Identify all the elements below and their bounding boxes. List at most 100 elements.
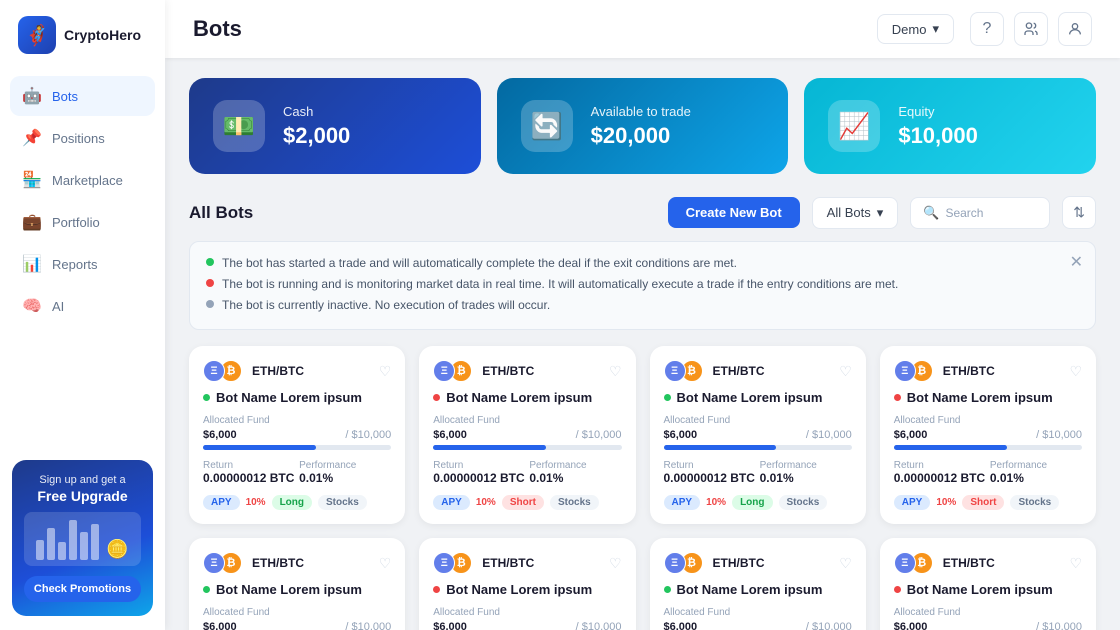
sidebar-item-label: AI xyxy=(52,299,64,314)
sidebar-item-bots[interactable]: 🤖Bots xyxy=(10,76,155,116)
sidebar-item-reports[interactable]: 📊Reports xyxy=(10,244,155,284)
eth-icon: Ξ xyxy=(203,360,225,382)
bot-pair: ETH/BTC xyxy=(713,556,765,570)
sidebar-item-positions[interactable]: 📌Positions xyxy=(10,118,155,158)
help-icon-button[interactable]: ? xyxy=(970,12,1004,46)
logo-icon: 🦸 xyxy=(18,16,56,54)
promo-bar xyxy=(36,540,44,560)
allocated-total: / $10,000 xyxy=(806,429,852,441)
progress-bar xyxy=(203,445,391,450)
search-box[interactable]: 🔍 Search xyxy=(910,197,1050,229)
bot-tags: APY 10% Short Stocks xyxy=(433,495,621,510)
sidebar-item-label: Marketplace xyxy=(52,173,123,188)
allocated-total: / $10,000 xyxy=(576,621,622,630)
page-title: Bots xyxy=(193,16,861,42)
favorite-icon[interactable]: ♡ xyxy=(379,555,392,572)
header-icons: ? xyxy=(970,12,1092,46)
coin-icons: Ξ ₿ xyxy=(664,360,703,382)
eth-icon: Ξ xyxy=(664,552,686,574)
allocated-value: $6,000 xyxy=(433,621,467,630)
sidebar-item-portfolio[interactable]: 💼Portfolio xyxy=(10,202,155,242)
sidebar-item-ai[interactable]: 🧠AI xyxy=(10,286,155,326)
allocated-label: Allocated Fund xyxy=(664,415,852,426)
sidebar-item-marketplace[interactable]: 🏪Marketplace xyxy=(10,160,155,200)
stat-label-trade: Available to trade xyxy=(591,104,691,119)
coin-icons: Ξ ₿ xyxy=(894,360,933,382)
bot-name: Bot Name Lorem ipsum xyxy=(677,582,823,597)
perf-label: Performance xyxy=(990,460,1082,471)
eth-icon: Ξ xyxy=(894,552,916,574)
favorite-icon[interactable]: ♡ xyxy=(609,555,622,572)
bot-pair: ETH/BTC xyxy=(252,556,304,570)
status-dot xyxy=(433,586,440,593)
info-banner-close[interactable]: ✕ xyxy=(1070,252,1083,272)
allocated-label: Allocated Fund xyxy=(433,607,621,618)
info-row: The bot is currently inactive. No execut… xyxy=(206,296,1079,314)
allocated-label: Allocated Fund xyxy=(203,415,391,426)
promo-bar xyxy=(58,542,66,560)
sidebar-item-label: Reports xyxy=(52,257,98,272)
status-dot xyxy=(433,394,440,401)
favorite-icon[interactable]: ♡ xyxy=(839,555,852,572)
category-tag: Stocks xyxy=(1010,495,1059,510)
progress-bar xyxy=(664,445,852,450)
stat-value-trade: $20,000 xyxy=(591,123,691,149)
chevron-down-icon: ▾ xyxy=(877,205,884,221)
cash-icon: 💵 xyxy=(213,100,265,152)
stat-value-cash: $2,000 xyxy=(283,123,350,149)
favorite-icon[interactable]: ♡ xyxy=(609,363,622,380)
profile-icon-button[interactable] xyxy=(1058,12,1092,46)
promo-coin-emoji: 🪙 xyxy=(106,539,128,560)
promo-bar xyxy=(47,528,55,560)
info-row: The bot is running and is monitoring mar… xyxy=(206,275,1079,293)
return-value: 0.00000012 BTC xyxy=(433,471,525,485)
search-icon: 🔍 xyxy=(923,205,939,221)
return-value: 0.00000012 BTC xyxy=(894,471,986,485)
progress-bar xyxy=(894,445,1082,450)
favorite-icon[interactable]: ♡ xyxy=(379,363,392,380)
check-promotions-button[interactable]: Check Promotions xyxy=(24,576,141,602)
coin-icons: Ξ ₿ xyxy=(433,552,472,574)
bot-name: Bot Name Lorem ipsum xyxy=(446,582,592,597)
sidebar-nav: 🤖Bots📌Positions🏪Marketplace💼Portfolio📊Re… xyxy=(0,68,165,450)
all-bots-filter-dropdown[interactable]: All Bots ▾ xyxy=(812,197,899,229)
allocated-value: $6,000 xyxy=(894,621,928,630)
demo-dropdown[interactable]: Demo ▾ xyxy=(877,14,954,44)
bot-card: Ξ ₿ ETH/BTC ♡ Bot Name Lorem ipsum Alloc… xyxy=(650,538,866,630)
sidebar-item-label: Portfolio xyxy=(52,215,100,230)
promo-highlight: Free Upgrade xyxy=(24,488,141,504)
eth-icon: Ξ xyxy=(664,360,686,382)
bot-tags: APY 10% Long Stocks xyxy=(664,495,852,510)
bot-card: Ξ ₿ ETH/BTC ♡ Bot Name Lorem ipsum Alloc… xyxy=(880,538,1096,630)
eth-icon: Ξ xyxy=(203,552,225,574)
allocated-label: Allocated Fund xyxy=(894,415,1082,426)
bot-pair: ETH/BTC xyxy=(252,364,304,378)
sort-button[interactable]: ⇅ xyxy=(1062,196,1096,229)
info-dot xyxy=(206,300,214,308)
bot-name: Bot Name Lorem ipsum xyxy=(677,390,823,405)
eth-icon: Ξ xyxy=(433,360,455,382)
favorite-icon[interactable]: ♡ xyxy=(1069,363,1082,380)
bot-card: Ξ ₿ ETH/BTC ♡ Bot Name Lorem ipsum Alloc… xyxy=(880,346,1096,524)
status-dot xyxy=(203,394,210,401)
allocated-label: Allocated Fund xyxy=(203,607,391,618)
apy-tag: APY xyxy=(433,495,470,510)
eth-icon: Ξ xyxy=(433,552,455,574)
allocated-total: / $10,000 xyxy=(1036,621,1082,630)
create-new-bot-button[interactable]: Create New Bot xyxy=(668,197,800,228)
direction-tag: Short xyxy=(962,495,1004,510)
return-label: Return xyxy=(664,460,756,471)
bots-grid: Ξ ₿ ETH/BTC ♡ Bot Name Lorem ipsum Alloc… xyxy=(189,346,1096,630)
promo-bar xyxy=(69,520,77,560)
sidebar-item-label: Bots xyxy=(52,89,78,104)
positions-icon: 📌 xyxy=(22,128,42,148)
return-label: Return xyxy=(433,460,525,471)
favorite-icon[interactable]: ♡ xyxy=(839,363,852,380)
users-icon-button[interactable] xyxy=(1014,12,1048,46)
favorite-icon[interactable]: ♡ xyxy=(1069,555,1082,572)
coin-icons: Ξ ₿ xyxy=(433,360,472,382)
logo-text: CryptoHero xyxy=(64,27,141,43)
info-dot xyxy=(206,258,214,266)
perf-label: Performance xyxy=(529,460,621,471)
return-label: Return xyxy=(203,460,295,471)
